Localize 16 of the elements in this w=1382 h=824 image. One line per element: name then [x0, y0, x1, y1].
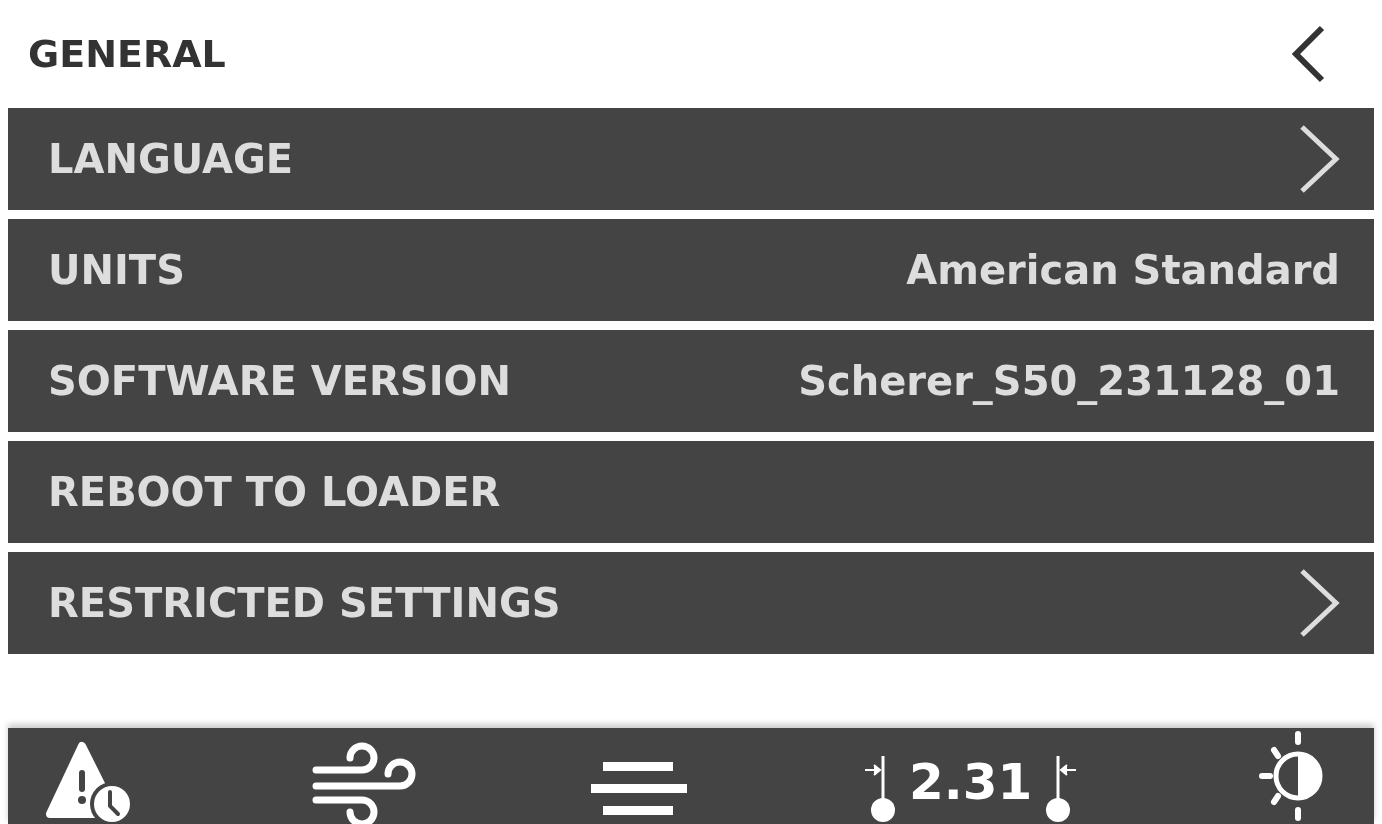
row-label: LANGUAGE — [48, 136, 294, 182]
row-label: SOFTWARE VERSION — [48, 358, 511, 404]
settings-row[interactable]: REBOOT TO LOADER — [8, 441, 1374, 543]
settings-row[interactable]: LANGUAGE — [8, 108, 1374, 210]
row-value: American Standard — [906, 247, 1340, 293]
chevron-right-icon — [1298, 568, 1340, 638]
row-label: REBOOT TO LOADER — [48, 469, 501, 515]
page-title: GENERAL — [28, 32, 226, 76]
settings-row[interactable]: UNITS American Standard — [8, 219, 1374, 321]
row-label: UNITS — [48, 247, 185, 293]
chevron-right-icon — [1298, 124, 1340, 194]
settings-row[interactable]: SOFTWARE VERSION Scherer_S50_231128_01 — [8, 330, 1374, 432]
row-value: Scherer_S50_231128_01 — [798, 358, 1340, 404]
row-label: RESTRICTED SETTINGS — [48, 580, 561, 626]
settings-row[interactable]: RESTRICTED SETTINGS — [8, 552, 1374, 654]
gap-reading: 2.31 — [908, 752, 1033, 813]
